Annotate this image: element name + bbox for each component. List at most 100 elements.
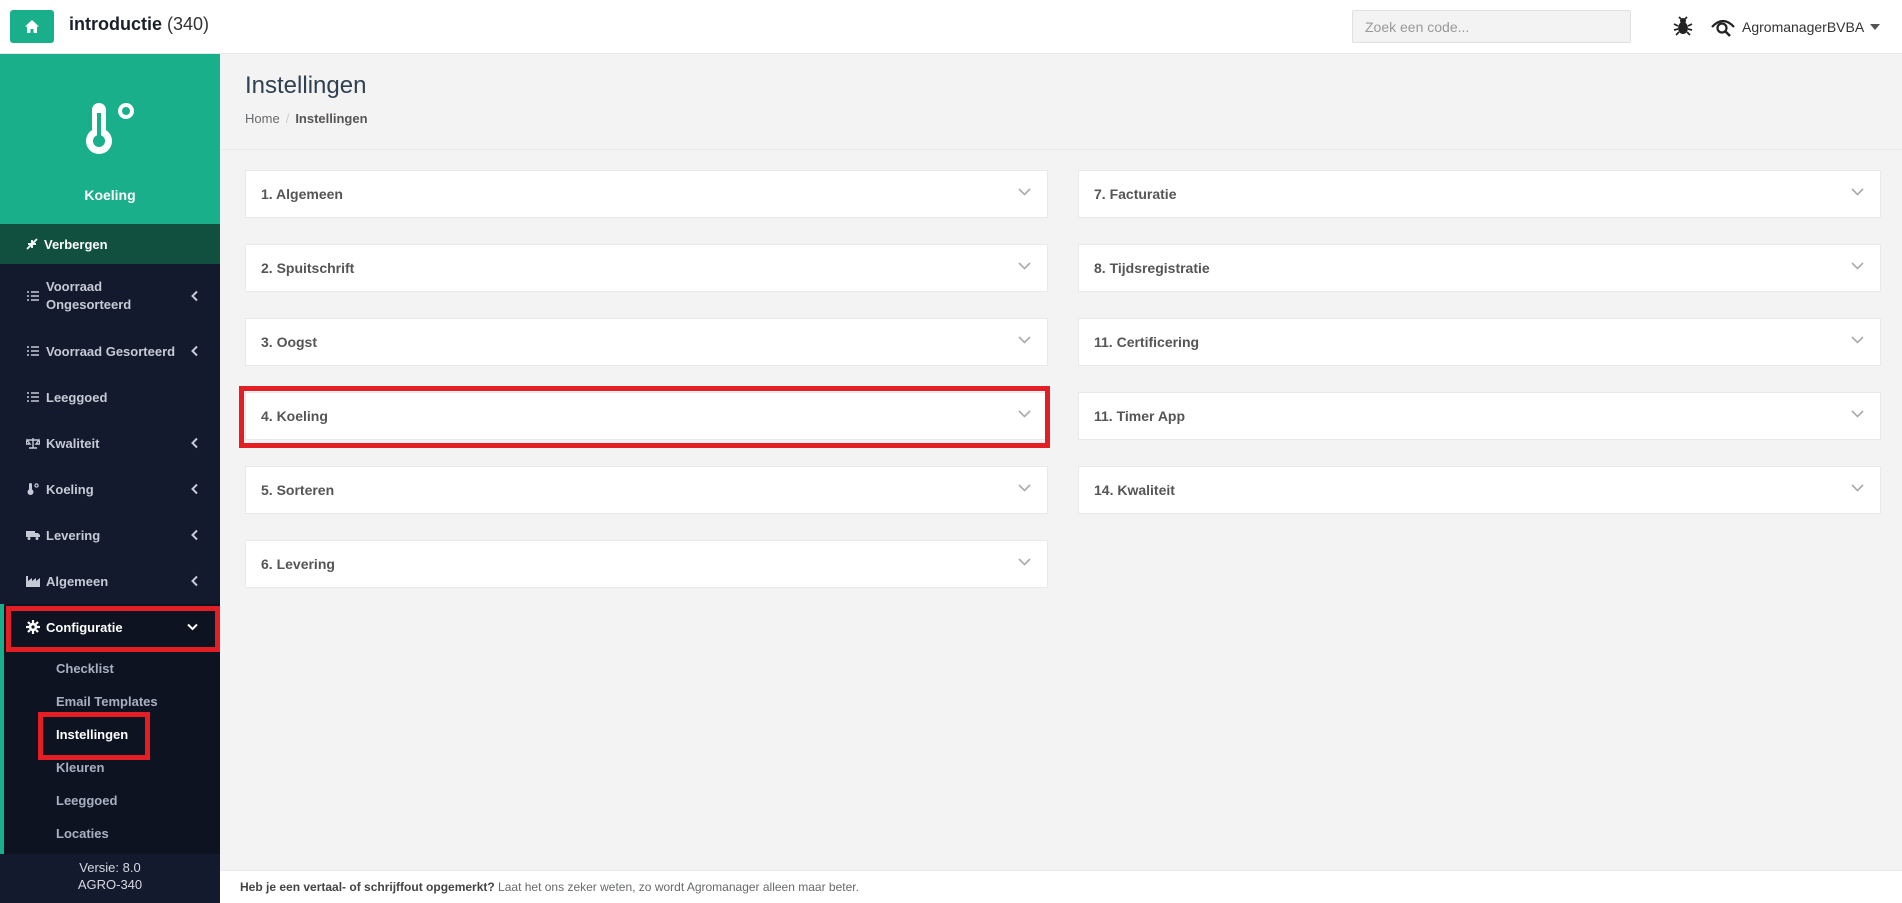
panel-title: 3. Oogst	[261, 334, 318, 350]
chevron-down-icon	[1018, 410, 1031, 418]
page-title: Instellingen	[245, 72, 367, 99]
industry-icon	[26, 575, 40, 587]
bug-icon[interactable]	[1671, 14, 1695, 38]
sidebar-item-levering[interactable]: Levering	[0, 512, 220, 558]
panel-title: 14. Kwaliteit	[1094, 482, 1175, 498]
hide-sidebar-button[interactable]: Verbergen	[0, 224, 220, 264]
module-title: Koeling	[84, 187, 136, 203]
chevron-left-icon	[191, 483, 198, 495]
hide-label: Verbergen	[44, 236, 108, 252]
list-icon	[26, 346, 40, 356]
sidebar-item-label: Voorraad Ongesorteerd	[46, 278, 131, 314]
chevron-down-icon	[1851, 336, 1864, 344]
sidebar-item-voorraad-ongesorteerd[interactable]: Voorraad Ongesorteerd	[0, 264, 220, 328]
breadcrumb-current: Instellingen	[295, 111, 368, 126]
sidebar-item-leeggoed[interactable]: Leeggoed	[0, 374, 220, 420]
chevron-down-icon	[1851, 410, 1864, 418]
truck-icon	[26, 530, 40, 540]
page-heading: Instellingen Home / Instellingen	[220, 54, 1902, 150]
submenu-item-kleuren[interactable]: Kleuren	[4, 751, 220, 784]
thermometer-icon	[86, 103, 134, 154]
submenu-item-email-templates[interactable]: Email Templates	[4, 685, 220, 718]
user-menu[interactable]: AgromanagerBVBA	[1710, 12, 1881, 42]
top-navbar: introductie (340) AgromanagerBVBA	[0, 0, 1902, 54]
sidebar-item-algemeen[interactable]: Algemeen	[0, 558, 220, 604]
panel-title: 1. Algemeen	[261, 186, 343, 202]
panel-title: 11. Timer App	[1094, 408, 1186, 424]
sidebar-item-label: Leeggoed	[46, 389, 108, 405]
panel-title: 4. Koeling	[261, 408, 328, 424]
username: AgromanagerBVBA	[1742, 19, 1865, 35]
company-count: (340)	[167, 14, 210, 34]
sidebar-item-label: Kwaliteit	[46, 435, 100, 451]
chevron-left-icon	[191, 437, 198, 449]
sidebar: Koeling Verbergen Voorraad Ongesorteerd V…	[0, 54, 220, 903]
panel-algemeen[interactable]: 1. Algemeen	[245, 170, 1048, 218]
submenu-item-instellingen[interactable]: Instellingen	[4, 718, 220, 751]
chevron-down-icon	[1851, 484, 1864, 492]
chevron-down-icon	[1851, 262, 1864, 270]
panel-title: 2. Spuitschrift	[261, 260, 355, 276]
panel-title: 11. Certificering	[1094, 334, 1200, 350]
panel-timer-app[interactable]: 11. Timer App	[1078, 392, 1881, 440]
breadcrumb-home[interactable]: Home	[245, 111, 280, 126]
panel-title: 5. Sorteren	[261, 482, 335, 498]
app-title: introductie (340)	[69, 14, 209, 35]
sidebar-item-label: Levering	[46, 527, 101, 543]
panel-sorteren[interactable]: 5. Sorteren	[245, 466, 1048, 514]
breadcrumb: Home / Instellingen	[245, 111, 368, 126]
sidebar-item-configuratie[interactable]: Configuratie	[0, 604, 220, 650]
panel-title: 7. Facturatie	[1094, 186, 1177, 202]
breadcrumb-separator: /	[285, 111, 290, 126]
panel-title: 8. Tijdsregistratie	[1094, 260, 1210, 276]
footer: Heb je een vertaal- of schrijffout opgem…	[220, 870, 1902, 903]
label-line-2: Ongesorteerd	[46, 297, 132, 312]
search-input[interactable]	[1352, 10, 1631, 43]
panel-levering[interactable]: 6. Levering	[245, 540, 1048, 588]
sidebar-module-header: Koeling	[0, 54, 220, 224]
sidebar-item-label: Voorraad Gesorteerd	[46, 343, 176, 359]
chevron-left-icon	[191, 529, 198, 541]
footer-text: Laat het ons zeker weten, zo wordt Agrom…	[494, 880, 859, 894]
panel-facturatie[interactable]: 7. Facturatie	[1078, 170, 1881, 218]
sidebar-item-koeling[interactable]: Koeling	[0, 466, 220, 512]
home-icon	[25, 20, 39, 33]
chevron-down-icon	[187, 623, 198, 631]
panel-spuitschrift[interactable]: 2. Spuitschrift	[245, 244, 1048, 292]
panel-kwaliteit[interactable]: 14. Kwaliteit	[1078, 466, 1881, 514]
version-number: Versie: 8.0	[79, 860, 141, 875]
chevron-down-icon	[1018, 262, 1031, 270]
gear-icon	[26, 620, 40, 634]
build-id: AGRO-340	[77, 877, 143, 892]
chevron-down-icon	[1018, 558, 1031, 566]
chevron-left-icon	[191, 290, 198, 302]
footer-bold-text: Heb je een vertaal- of schrijffout opgem…	[240, 880, 495, 894]
panel-koeling[interactable]: 4. Koeling	[245, 392, 1048, 440]
sidebar-item-kwaliteit[interactable]: Kwaliteit	[0, 420, 220, 466]
sidebar-item-label: Koeling	[46, 481, 94, 497]
compress-icon	[26, 238, 38, 250]
list-icon	[26, 392, 40, 402]
sidebar-item-voorraad-gesorteerd[interactable]: Voorraad Gesorteerd	[0, 328, 220, 374]
company-name: introductie	[69, 14, 162, 34]
panel-oogst[interactable]: 3. Oogst	[245, 318, 1048, 366]
chevron-left-icon	[191, 345, 198, 357]
chevron-left-icon	[191, 575, 198, 587]
chevron-down-icon	[1018, 484, 1031, 492]
version-info: Versie: 8.0 AGRO-340	[0, 859, 220, 893]
caret-down-icon	[1870, 24, 1881, 30]
submenu-item-checklist[interactable]: Checklist	[4, 652, 220, 685]
panel-tijdsregistratie[interactable]: 8. Tijdsregistratie	[1078, 244, 1881, 292]
user-eye-icon	[1711, 19, 1735, 37]
home-button[interactable]	[10, 10, 54, 43]
chevron-down-icon	[1851, 188, 1864, 196]
submenu-item-locaties[interactable]: Locaties	[4, 817, 220, 850]
panel-title: 6. Levering	[261, 556, 335, 572]
panel-certificering[interactable]: 11. Certificering	[1078, 318, 1881, 366]
chevron-down-icon	[1018, 188, 1031, 196]
submenu-item-leeggoed[interactable]: Leeggoed	[4, 784, 220, 817]
balance-scale-icon	[26, 437, 40, 449]
list-icon	[26, 291, 40, 301]
sidebar-item-label: Algemeen	[46, 573, 109, 589]
chevron-down-icon	[1018, 336, 1031, 344]
